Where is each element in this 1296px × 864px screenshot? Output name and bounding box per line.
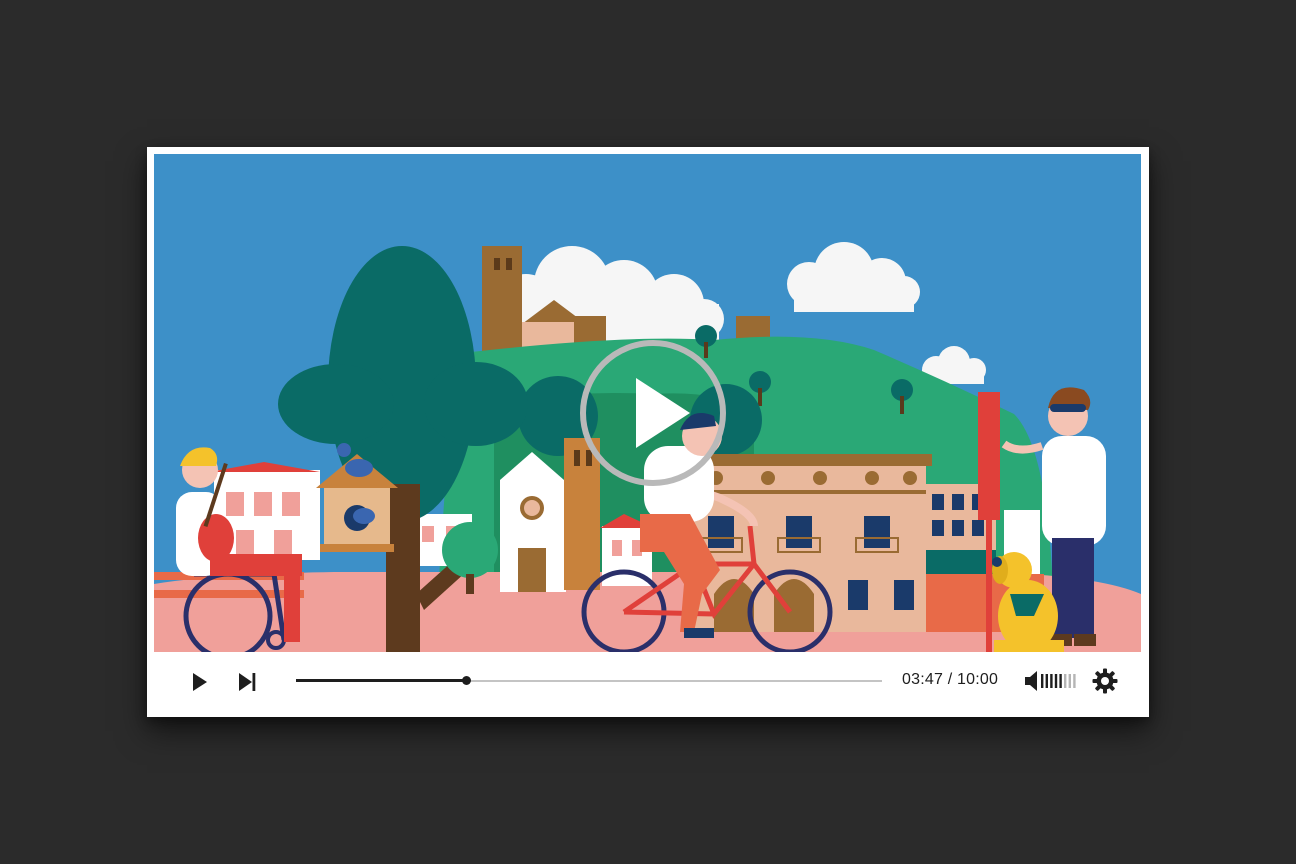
volume-bar — [1045, 674, 1048, 688]
play-icon[interactable] — [186, 669, 212, 695]
time-display: 03:47 / 10:00 — [902, 671, 998, 689]
video-frame[interactable] — [154, 154, 1141, 652]
volume-level-bars — [1041, 674, 1076, 688]
total-duration: 10:00 — [957, 671, 999, 688]
volume-bar — [1041, 674, 1044, 688]
skip-next-icon[interactable] — [234, 669, 260, 695]
volume-bar — [1050, 674, 1053, 688]
time-separator: / — [947, 671, 953, 688]
volume-icon[interactable] — [1025, 671, 1037, 691]
gear-icon[interactable] — [1092, 668, 1118, 694]
volume-control[interactable] — [1024, 669, 1080, 693]
volume-bar — [1054, 674, 1058, 688]
progress-bar[interactable] — [296, 676, 882, 685]
current-time: 03:47 — [902, 671, 944, 688]
video-player: 03:47 / 10:00 — [147, 147, 1149, 717]
volume-bar — [1073, 674, 1076, 688]
volume-bar — [1059, 674, 1062, 688]
volume-bar — [1064, 674, 1067, 688]
player-controls-bar: 03:47 / 10:00 — [154, 652, 1141, 710]
play-circle-icon[interactable] — [578, 338, 728, 488]
progress-played — [296, 679, 466, 682]
volume-bar — [1068, 674, 1071, 688]
progress-scrubber-handle[interactable] — [461, 676, 471, 685]
